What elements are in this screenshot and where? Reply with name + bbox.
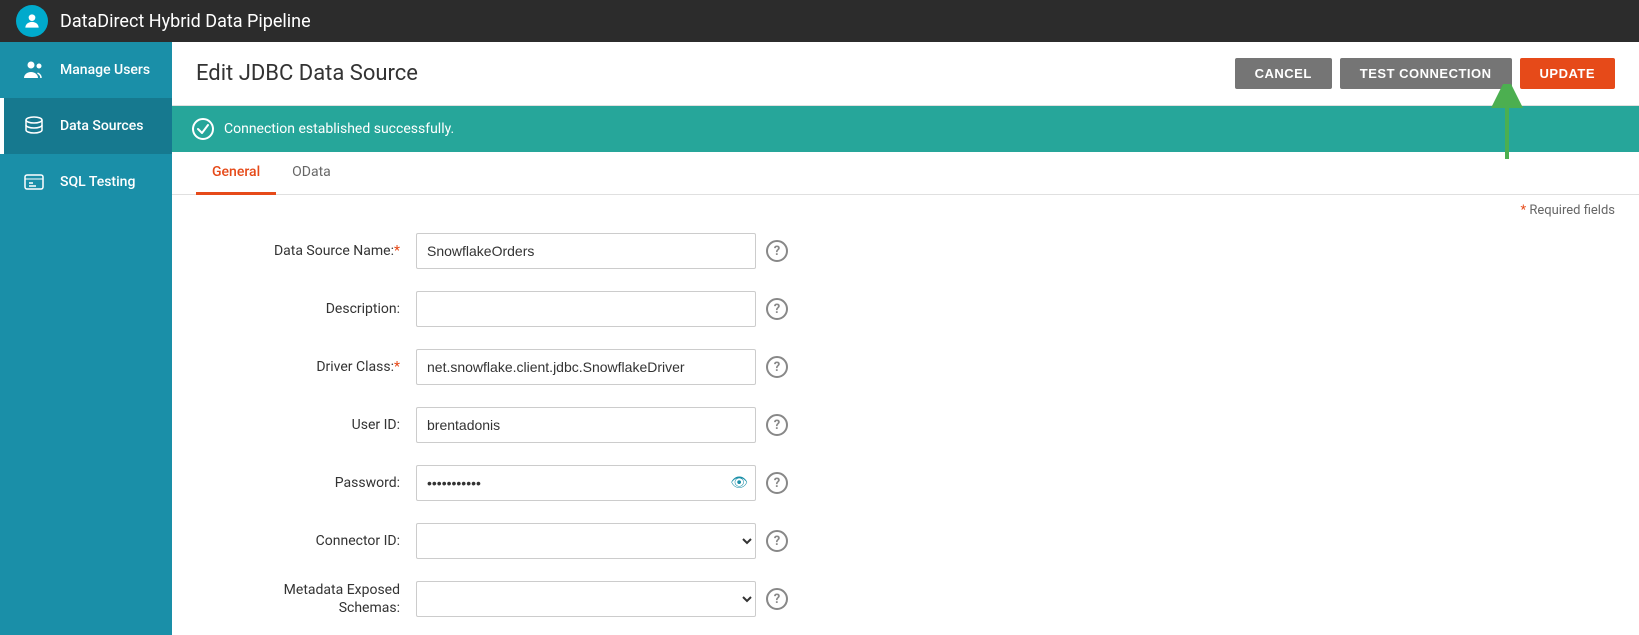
label-metadata-schemas: Metadata ExposedSchemas:: [196, 581, 416, 617]
sidebar-item-manage-users[interactable]: Manage Users: [0, 42, 172, 98]
help-icon-password[interactable]: ?: [766, 472, 788, 494]
sidebar-item-sql-testing[interactable]: SQL Testing: [0, 154, 172, 210]
app-logo: [16, 5, 48, 37]
form-area: Data Source Name:* ? Description: ? Driv…: [172, 222, 1639, 635]
page-title: Edit JDBC Data Source: [196, 61, 418, 86]
help-icon-data-source-name[interactable]: ?: [766, 240, 788, 262]
select-connector-id[interactable]: [416, 523, 756, 559]
content-header: Edit JDBC Data Source CANCEL TEST CONNEC…: [172, 42, 1639, 106]
header-buttons: CANCEL TEST CONNECTION UPDATE: [1235, 58, 1615, 89]
content-area: Edit JDBC Data Source CANCEL TEST CONNEC…: [172, 42, 1639, 635]
form-row-description: Description: ?: [196, 288, 1615, 330]
sidebar: Manage Users Data Sources S: [0, 42, 172, 635]
success-icon: [192, 118, 214, 140]
sql-icon: [20, 168, 48, 196]
cancel-button[interactable]: CANCEL: [1235, 58, 1332, 89]
tab-general[interactable]: General: [196, 152, 276, 195]
success-banner: Connection established successfully.: [172, 106, 1639, 152]
sidebar-item-data-sources[interactable]: Data Sources: [0, 98, 172, 154]
input-user-id[interactable]: [416, 407, 756, 443]
tabs-bar: General OData: [172, 152, 1639, 195]
input-description[interactable]: [416, 291, 756, 327]
help-icon-driver-class[interactable]: ?: [766, 356, 788, 378]
help-icon-metadata-schemas[interactable]: ?: [766, 588, 788, 610]
test-connection-button[interactable]: TEST CONNECTION: [1340, 58, 1512, 89]
success-message: Connection established successfully.: [224, 121, 454, 137]
label-connector-id: Connector ID:: [196, 533, 416, 549]
select-metadata-schemas[interactable]: [416, 581, 756, 617]
label-data-source-name: Data Source Name:*: [196, 243, 416, 259]
form-row-metadata-schemas: Metadata ExposedSchemas: ?: [196, 578, 1615, 620]
form-row-data-source-name: Data Source Name:* ?: [196, 230, 1615, 272]
input-data-source-name[interactable]: [416, 233, 756, 269]
form-row-connector-id: Connector ID: ?: [196, 520, 1615, 562]
form-row-driver-class: Driver Class:* ?: [196, 346, 1615, 388]
sidebar-label-data-sources: Data Sources: [60, 118, 143, 134]
password-toggle-icon[interactable]: 👁: [730, 475, 748, 491]
main-layout: Manage Users Data Sources S: [0, 42, 1639, 635]
label-driver-class: Driver Class:*: [196, 359, 416, 375]
help-icon-connector-id[interactable]: ?: [766, 530, 788, 552]
tab-odata[interactable]: OData: [276, 152, 347, 195]
update-button[interactable]: UPDATE: [1520, 58, 1615, 89]
help-icon-description[interactable]: ?: [766, 298, 788, 320]
datasource-icon: [20, 112, 48, 140]
form-row-user-id: User ID: ?: [196, 404, 1615, 446]
input-driver-class[interactable]: [416, 349, 756, 385]
label-description: Description:: [196, 301, 416, 317]
sidebar-label-manage-users: Manage Users: [60, 62, 150, 78]
password-wrapper: 👁: [416, 465, 756, 501]
help-icon-user-id[interactable]: ?: [766, 414, 788, 436]
top-bar: DataDirect Hybrid Data Pipeline: [0, 0, 1639, 42]
input-password[interactable]: [416, 465, 756, 501]
app-title: DataDirect Hybrid Data Pipeline: [60, 11, 311, 32]
users-icon: [20, 56, 48, 84]
label-user-id: User ID:: [196, 417, 416, 433]
sidebar-label-sql-testing: SQL Testing: [60, 174, 135, 190]
label-password: Password:: [196, 475, 416, 491]
required-fields-note: * Required fields: [172, 195, 1639, 222]
form-row-password: Password: 👁 ?: [196, 462, 1615, 504]
